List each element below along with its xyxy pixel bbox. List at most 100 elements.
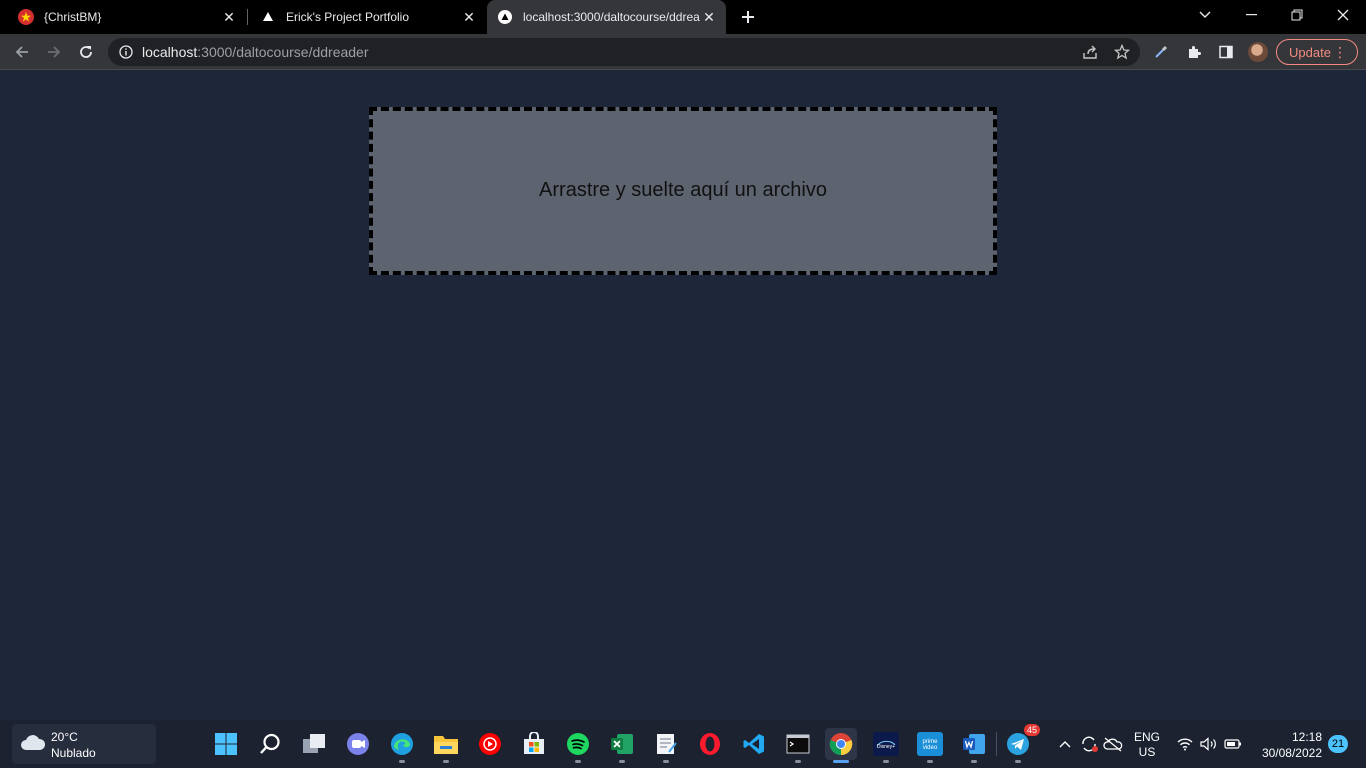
close-icon [1337, 9, 1349, 21]
word-icon[interactable] [958, 728, 990, 760]
running-indicator [795, 760, 801, 763]
teams-chat-icon[interactable] [342, 728, 374, 760]
volume-icon[interactable] [1198, 720, 1220, 768]
weather-condition: Nublado [51, 746, 96, 760]
spotify-icon[interactable] [562, 728, 594, 760]
close-tab-icon[interactable]: ✕ [220, 8, 238, 26]
star-favicon-icon [18, 9, 34, 25]
new-tab-button[interactable] [737, 6, 759, 28]
language-code: ENG [1134, 730, 1161, 744]
info-icon[interactable] [119, 45, 133, 59]
start-icon[interactable] [210, 728, 242, 760]
sync-icon[interactable] [1078, 720, 1100, 768]
edge-icon[interactable] [386, 728, 418, 760]
tab-portfolio[interactable]: Erick's Project Portfolio ✕ [248, 0, 486, 34]
drop-zone-text: Arrastre y suelte aquí un archivo [539, 178, 827, 201]
url-host: localhost [142, 44, 198, 60]
terminal-icon[interactable] [782, 728, 814, 760]
file-explorer-icon[interactable] [430, 728, 462, 760]
minimize-button[interactable] [1228, 0, 1274, 30]
svg-text:video: video [923, 745, 938, 751]
search-icon[interactable] [254, 728, 286, 760]
browser-toolbar: localhost:3000/daltocourse/ddreader Upda… [0, 34, 1366, 70]
bookmark-button[interactable] [1110, 40, 1134, 64]
clock-date: 30/08/2022 [1261, 746, 1322, 760]
plus-icon [742, 11, 754, 23]
puzzle-icon [1189, 46, 1201, 58]
disney-plus-icon[interactable]: Disney+ [870, 728, 902, 760]
running-indicator [927, 760, 933, 763]
svg-text:Disney+: Disney+ [877, 744, 895, 750]
task-view-icon[interactable] [298, 728, 330, 760]
forward-button[interactable] [42, 40, 66, 64]
color-picker-extension-button[interactable] [1149, 40, 1173, 64]
reload-icon [80, 46, 92, 58]
chrome-icon[interactable] [825, 728, 857, 760]
eyedropper-icon [1155, 45, 1168, 58]
share-icon [1083, 45, 1097, 59]
profile-avatar[interactable] [1248, 42, 1268, 62]
share-button[interactable] [1078, 40, 1102, 64]
tab-title: localhost:3000/daltocourse/ddreader [523, 10, 700, 24]
running-indicator [663, 760, 669, 763]
update-label: Update [1289, 44, 1331, 60]
clock-time: 12:18 [1291, 730, 1322, 744]
arrow-right-icon [48, 46, 61, 58]
close-tab-icon[interactable]: ✕ [460, 8, 478, 26]
reload-button[interactable] [74, 40, 98, 64]
notification-center-badge[interactable]: 21 [1328, 735, 1348, 753]
side-panel-button[interactable] [1214, 40, 1238, 64]
battery-icon[interactable] [1222, 720, 1244, 768]
restore-button[interactable] [1274, 0, 1320, 30]
update-button[interactable]: Update ⋮ [1276, 39, 1358, 65]
side-panel-icon [1219, 45, 1233, 59]
running-indicator [971, 760, 977, 763]
input-language-indicator[interactable]: ENG US [1134, 730, 1160, 760]
clock[interactable]: 12:18 30/08/2022 [1252, 729, 1322, 761]
tab-christbm[interactable]: {ChristBM} ✕ [0, 0, 246, 34]
address-bar[interactable]: localhost:3000/daltocourse/ddreader [108, 38, 1140, 66]
microsoft-store-icon[interactable] [518, 728, 550, 760]
minimize-icon [1245, 14, 1257, 16]
taskbar-divider [996, 732, 997, 756]
notepad-icon[interactable] [650, 728, 682, 760]
close-window-button[interactable] [1320, 0, 1366, 30]
url-path: :3000/daltocourse/ddreader [197, 44, 369, 60]
wifi-icon[interactable] [1175, 720, 1195, 768]
running-indicator [619, 760, 625, 763]
youtube-music-icon[interactable] [474, 728, 506, 760]
triangle-favicon-icon [260, 9, 276, 25]
chevron-down-icon [1199, 11, 1211, 18]
chevron-up-icon [1059, 741, 1071, 748]
telegram-icon[interactable]: 45 [1002, 724, 1040, 760]
extensions-button[interactable] [1182, 40, 1206, 64]
tab-ddreader[interactable]: localhost:3000/daltocourse/ddreader ✕ [487, 0, 726, 34]
onedrive-offline-icon[interactable] [1102, 720, 1124, 768]
cloud-icon [21, 735, 46, 750]
star-icon [1114, 44, 1130, 60]
tab-strip: {ChristBM} ✕ Erick's Project Portfolio ✕… [0, 0, 1366, 34]
excel-icon[interactable] [606, 728, 638, 760]
telegram-badge: 45 [1023, 724, 1040, 736]
running-indicator [575, 760, 581, 763]
more-vert-icon: ⋮ [1333, 44, 1347, 60]
tab-title: {ChristBM} [44, 10, 102, 24]
tab-title: Erick's Project Portfolio [286, 10, 409, 24]
back-button[interactable] [10, 40, 34, 64]
keyboard-layout: US [1138, 745, 1156, 759]
weather-temperature: 20°C [51, 730, 78, 744]
show-hidden-icons-button[interactable] [1056, 720, 1074, 768]
running-indicator [399, 760, 405, 763]
weather-widget[interactable]: 20°C Nublado [12, 724, 156, 764]
taskbar: 20°C Nublado Disney+ prime video 45 ENG … [0, 720, 1366, 768]
prime-video-icon[interactable]: prime video [914, 728, 946, 760]
close-tab-icon[interactable]: ✕ [700, 8, 718, 26]
running-indicator [883, 760, 889, 763]
arrow-left-icon [15, 46, 28, 58]
tab-search-button[interactable] [1182, 0, 1228, 30]
opera-icon[interactable] [694, 728, 726, 760]
active-app-indicator [833, 760, 849, 763]
file-drop-zone[interactable]: Arrastre y suelte aquí un archivo [369, 107, 997, 275]
vscode-icon[interactable] [738, 728, 770, 760]
restore-icon [1291, 9, 1303, 21]
